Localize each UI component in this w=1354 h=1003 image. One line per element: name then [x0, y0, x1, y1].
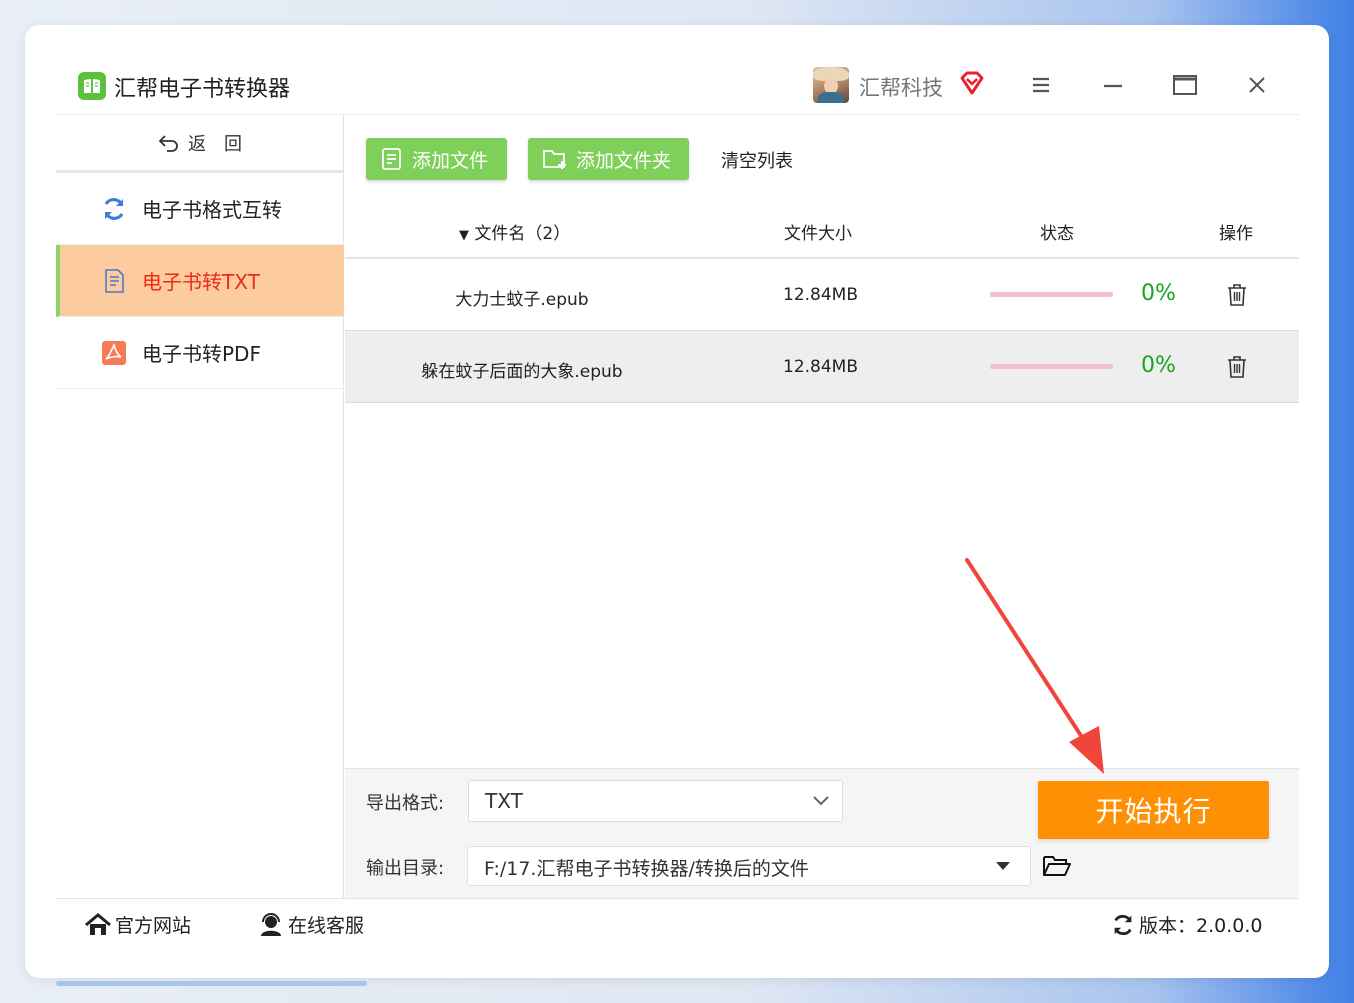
sidebar-item-to-pdf[interactable]: 电子书转PDF — [56, 317, 344, 389]
add-file-icon — [382, 148, 401, 170]
app-logo-icon — [78, 72, 106, 100]
output-dir-value: F:/17.汇帮电子书转换器/转换后的文件 — [484, 858, 809, 880]
version-info: 版本：2.0.0.0 — [1111, 911, 1262, 938]
format-label: 导出格式: — [366, 793, 445, 814]
column-header-name[interactable]: ▼ 文件名（2） — [459, 219, 570, 244]
pdf-icon — [100, 339, 128, 367]
app-window: 汇帮电子书转换器 汇帮科技 返 回 电子书格式互转 电子书转TXT 电子书转PD… — [56, 55, 1299, 948]
customer-service-icon — [261, 912, 281, 936]
refresh-icon — [100, 195, 128, 223]
update-icon[interactable] — [1111, 913, 1135, 937]
table-row[interactable]: 大力士蚊子.epub 12.84MB 0% — [345, 259, 1299, 331]
main-panel: 添加文件 添加文件夹 清空列表 ▼ 文件名（2） 文件大小 状态 操作 大力士蚊… — [345, 115, 1299, 898]
sidebar-item-label: 电子书转TXT — [142, 270, 260, 294]
scroll-strip — [56, 981, 367, 986]
file-size: 12.84MB — [783, 285, 858, 305]
format-select[interactable]: TXT — [468, 780, 843, 822]
footer: 官方网站 在线客服 版本：2.0.0.0 — [56, 898, 1299, 948]
close-icon[interactable] — [1242, 70, 1272, 100]
output-dir-label: 输出目录: — [366, 858, 445, 879]
home-icon — [85, 912, 111, 935]
sidebar-item-label: 电子书格式互转 — [142, 198, 282, 222]
sidebar-item-format-convert[interactable]: 电子书格式互转 — [56, 173, 344, 245]
txt-document-icon — [100, 267, 128, 295]
maximize-icon[interactable] — [1170, 70, 1200, 100]
column-header-status: 状态 — [1040, 224, 1074, 244]
online-service-link[interactable]: 在线客服 — [258, 911, 364, 938]
add-folder-icon — [543, 150, 566, 169]
sort-down-icon: ▼ — [459, 228, 469, 243]
vip-diamond-icon[interactable] — [959, 70, 985, 96]
official-website-link[interactable]: 官方网站 — [85, 911, 191, 938]
table-row[interactable]: 躲在蚊子后面的大象.epub 12.84MB 0% — [345, 331, 1299, 403]
progress-percent: 0% — [1141, 281, 1176, 306]
format-value: TXT — [485, 789, 523, 813]
open-folder-icon[interactable] — [1042, 852, 1072, 880]
title-bar: 汇帮电子书转换器 汇帮科技 — [56, 55, 1299, 115]
start-button[interactable]: 开始执行 — [1038, 781, 1269, 839]
file-name: 躲在蚊子后面的大象.epub — [421, 362, 623, 382]
progress-percent: 0% — [1141, 353, 1176, 378]
company-name: 汇帮科技 — [859, 76, 943, 100]
clear-list-button[interactable]: 清空列表 — [721, 147, 793, 173]
sidebar-item-label: 电子书转PDF — [142, 342, 261, 366]
chevron-down-icon — [813, 796, 829, 806]
column-header-operation: 操作 — [1219, 224, 1253, 244]
add-folder-label: 添加文件夹 — [576, 149, 672, 172]
dropdown-caret-icon — [996, 862, 1010, 870]
version-label: 版本：2.0.0.0 — [1139, 915, 1263, 937]
progress-bar — [990, 364, 1113, 369]
app-title: 汇帮电子书转换器 — [114, 77, 291, 102]
back-label: 返 回 — [188, 133, 242, 155]
add-file-button[interactable]: 添加文件 — [366, 138, 507, 180]
column-header-name-label: 文件名（2） — [474, 224, 571, 244]
add-file-label: 添加文件 — [412, 149, 489, 172]
back-button[interactable]: 返 回 — [56, 115, 344, 173]
file-size: 12.84MB — [783, 357, 858, 377]
minimize-icon[interactable] — [1098, 70, 1128, 100]
output-settings-panel: 导出格式: TXT 输出目录: F:/17.汇帮电子书转换器/转换后的文件 开始… — [345, 768, 1299, 898]
website-label: 官方网站 — [115, 915, 192, 937]
back-arrow-icon — [158, 134, 178, 152]
add-folder-button[interactable]: 添加文件夹 — [528, 138, 689, 180]
trash-icon[interactable] — [1226, 283, 1248, 307]
progress-bar — [990, 292, 1113, 297]
sidebar-item-to-txt[interactable]: 电子书转TXT — [56, 245, 344, 317]
trash-icon[interactable] — [1226, 355, 1248, 379]
sidebar: 返 回 电子书格式互转 电子书转TXT 电子书转PDF — [56, 115, 344, 898]
output-dir-select[interactable]: F:/17.汇帮电子书转换器/转换后的文件 — [467, 846, 1031, 886]
toolbar: 添加文件 添加文件夹 清空列表 — [345, 115, 1299, 195]
user-avatar[interactable] — [813, 67, 849, 103]
file-name: 大力士蚊子.epub — [455, 290, 589, 310]
column-header-size: 文件大小 — [784, 224, 852, 244]
table-header: ▼ 文件名（2） 文件大小 状态 操作 — [345, 195, 1299, 259]
menu-icon[interactable] — [1026, 70, 1056, 100]
service-label: 在线客服 — [288, 915, 365, 937]
